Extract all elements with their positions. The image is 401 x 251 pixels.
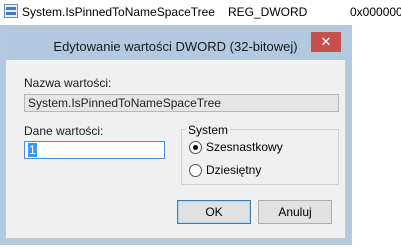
ok-button[interactable]: OK (177, 200, 251, 224)
value-name-field: System.IsPinnedToNameSpaceTree (24, 94, 339, 112)
reg-dword-icon (4, 4, 18, 18)
radio-decimal-label[interactable]: Dziesiętny (206, 163, 261, 177)
close-button[interactable]: ✕ (311, 32, 341, 52)
value-data-text: 1 (28, 143, 37, 157)
close-icon: ✕ (320, 34, 332, 49)
dialog-title: Edytowanie wartości DWORD (32-bitowej) (53, 39, 298, 54)
base-group-label: System (186, 123, 231, 137)
radio-checked-dot (193, 145, 198, 150)
dialog-titlebar[interactable]: Edytowanie wartości DWORD (32-bitowej) ✕ (6, 32, 345, 60)
registry-value-type: REG_DWORD (228, 5, 308, 19)
radio-hexadecimal-label[interactable]: Szesnastkowy (206, 140, 283, 154)
value-name-label: Nazwa wartości: (24, 76, 112, 90)
cancel-button[interactable]: Anuluj (258, 200, 332, 224)
value-data-label: Dane wartości: (24, 124, 104, 138)
edit-dword-dialog: Edytowanie wartości DWORD (32-bitowej) ✕… (5, 31, 346, 239)
registry-value-data: 0x0000000 (350, 5, 401, 19)
registry-value-name: System.IsPinnedToNameSpaceTree (22, 5, 215, 19)
radio-hexadecimal[interactable] (189, 141, 202, 154)
radio-decimal[interactable] (189, 164, 202, 177)
value-data-input[interactable]: 1 (24, 141, 165, 159)
registry-value-row[interactable]: System.IsPinnedToNameSpaceTree REG_DWORD… (0, 0, 401, 24)
